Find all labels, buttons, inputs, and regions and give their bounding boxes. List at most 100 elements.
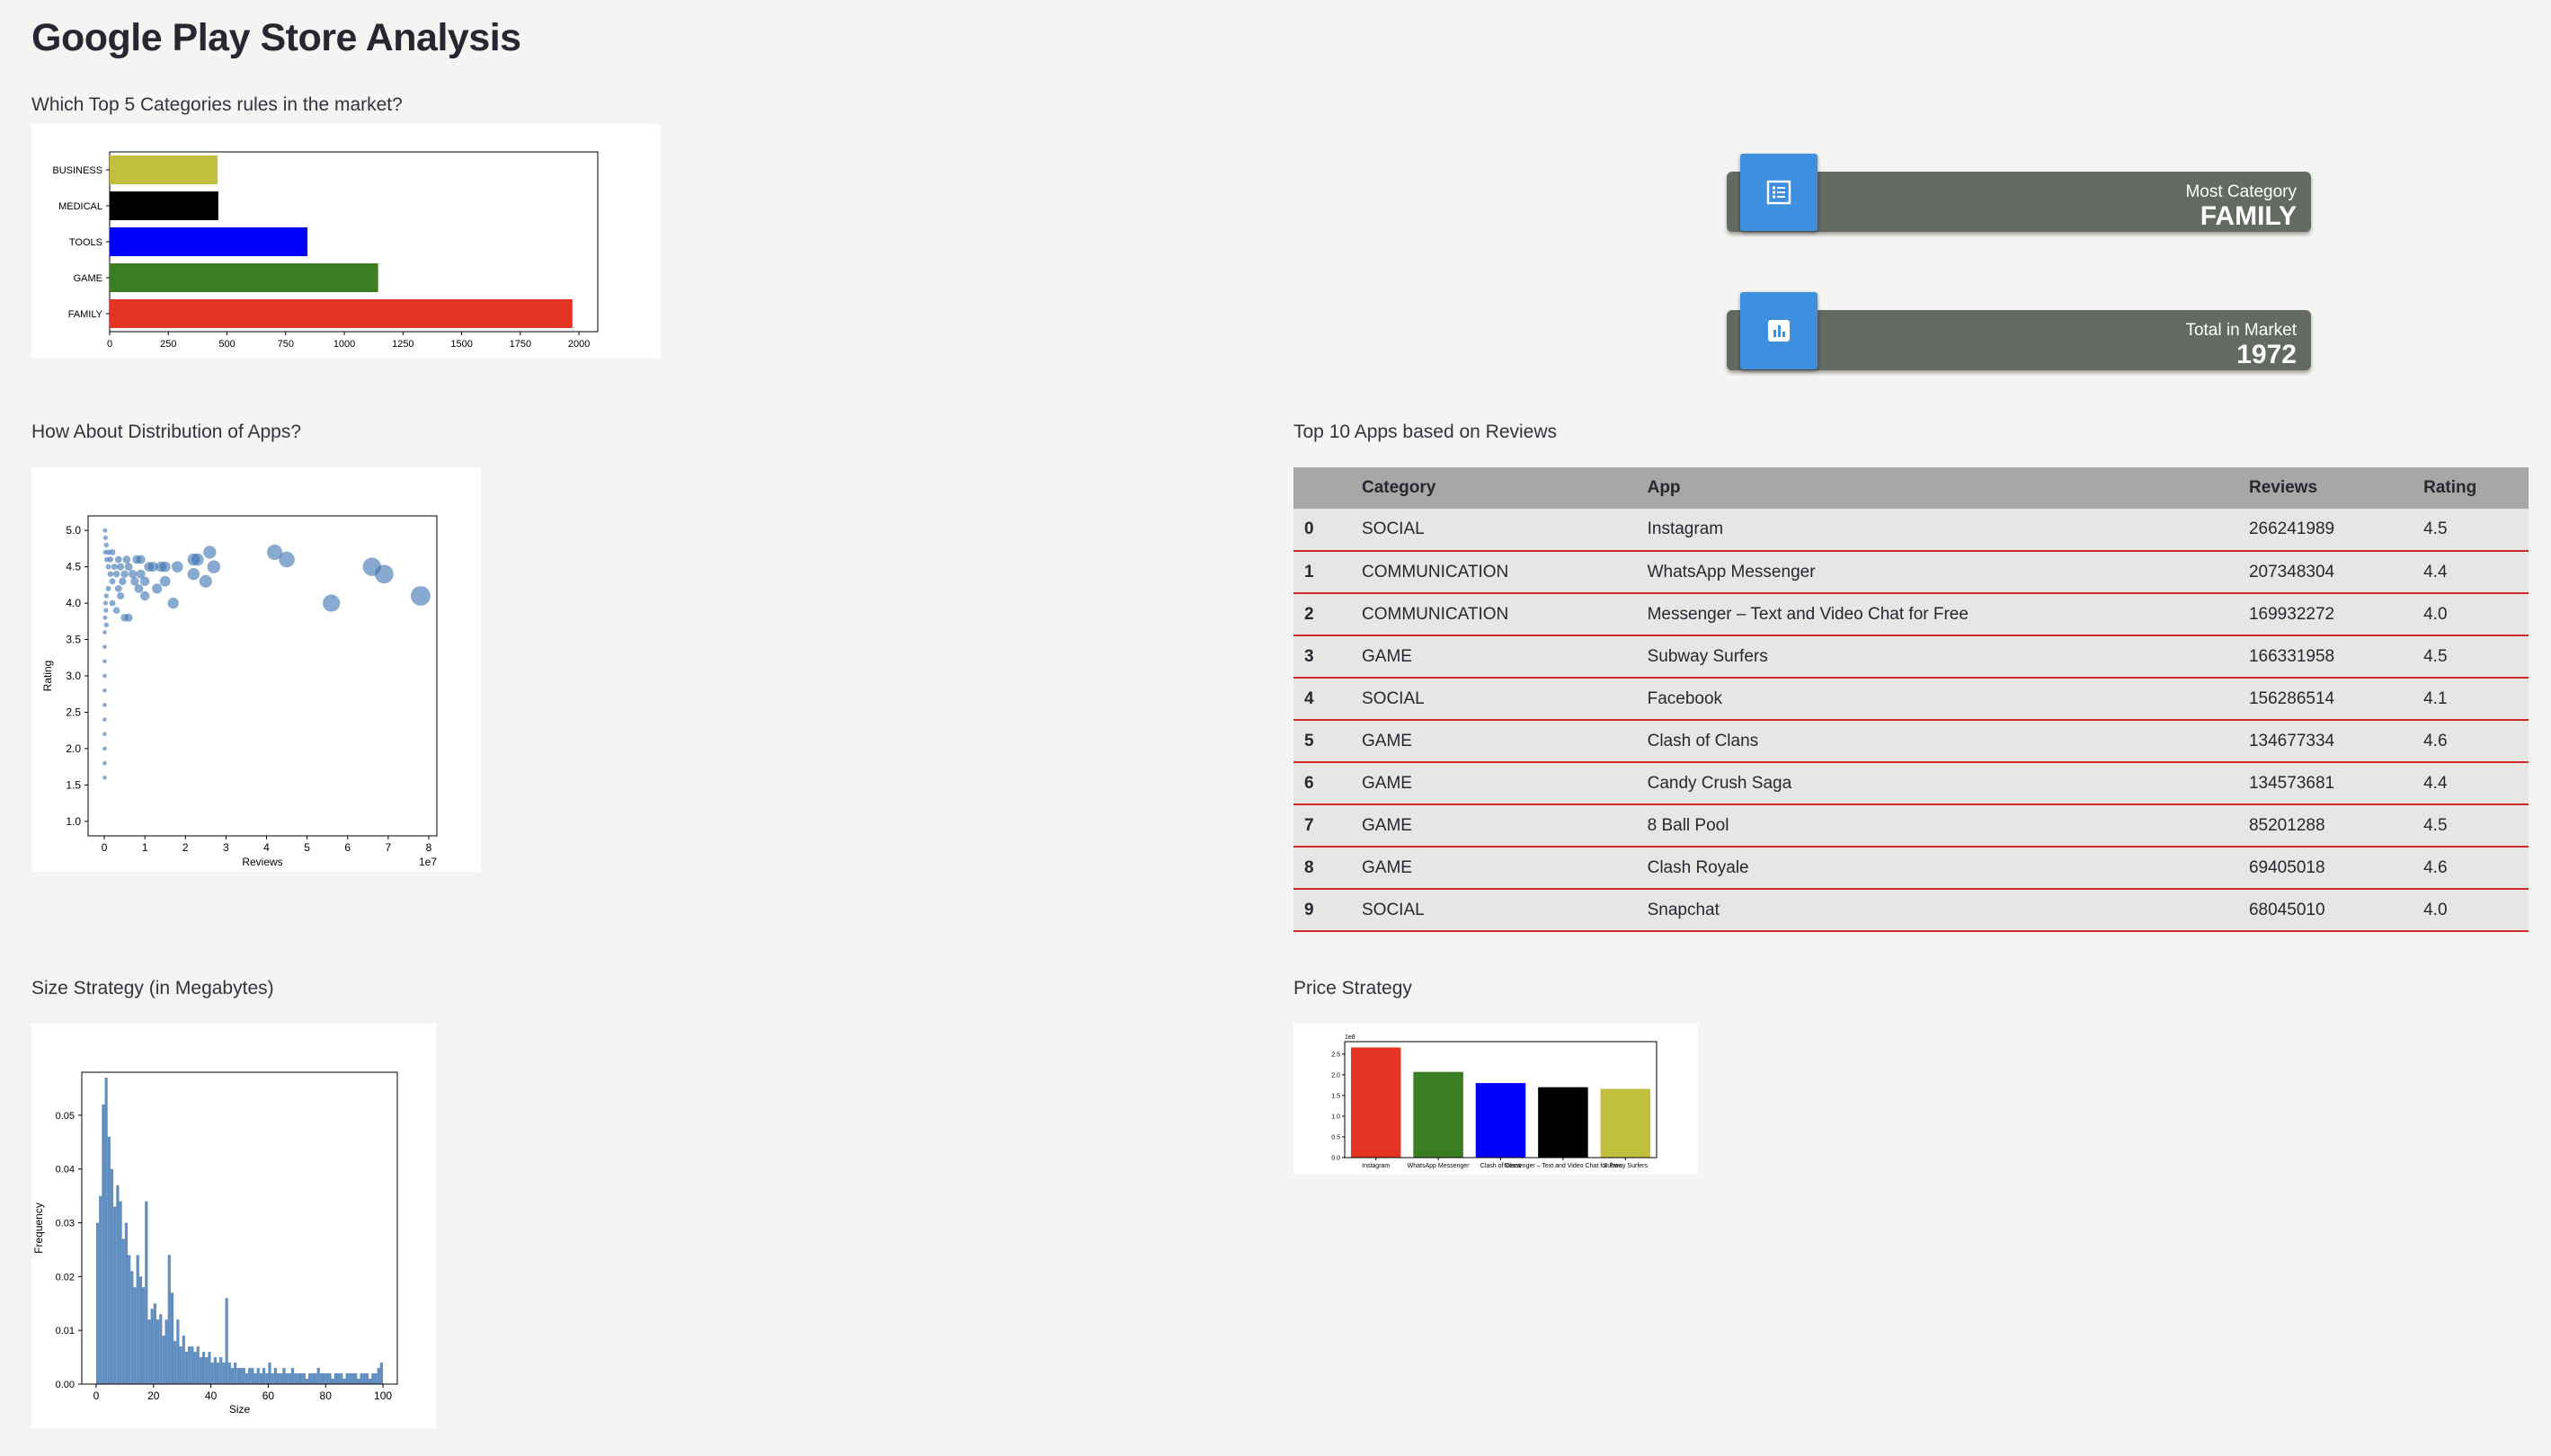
y-tick-label: 0.02: [56, 1272, 75, 1283]
histogram-bar: [323, 1373, 326, 1384]
histogram-bar: [196, 1346, 200, 1384]
y-axis-label: Frequency: [32, 1203, 45, 1254]
x-tick-label: 1500: [450, 339, 472, 350]
histogram-bar: [176, 1319, 180, 1384]
x-tick-label: 1000: [333, 339, 355, 350]
table-cell: GAME: [1362, 646, 1412, 666]
column-header[interactable]: [1293, 467, 1351, 509]
table-cell: GAME: [1362, 731, 1412, 750]
histogram-bar: [374, 1373, 378, 1384]
table-cell: Clash Royale: [1647, 857, 1749, 877]
scatter-point: [102, 615, 108, 620]
table-cell: WhatsApp Messenger: [1647, 562, 1816, 582]
histogram-bar: [276, 1373, 280, 1384]
histogram-bar: [308, 1373, 312, 1384]
column-header[interactable]: Category: [1351, 467, 1637, 509]
table-cell: 4: [1304, 688, 1314, 708]
histogram-bar: [167, 1255, 171, 1384]
y-axis-label: Rating: [41, 661, 54, 692]
histogram-bar: [345, 1373, 349, 1384]
scatter-point: [136, 555, 146, 564]
page-title: Google Play Store Analysis: [31, 16, 521, 59]
scatter-point: [102, 703, 107, 707]
x-tick-label: 1: [142, 841, 148, 854]
table-cell: Messenger – Text and Video Chat for Free: [1647, 604, 1969, 624]
scatter-point: [102, 688, 107, 693]
distribution-chart: 0 1 2 3 4 5 6 7 8 1.0 1.5 2.0 2.5 3.0 3.5 4.0 4.5 5.0 Revi…: [31, 467, 481, 872]
scatter-point: [102, 775, 107, 780]
scatter-point: [102, 673, 107, 679]
table-header-row: Category App Reviews Rating: [1293, 467, 2529, 509]
histogram-bar: [325, 1373, 329, 1384]
histogram-bar: [182, 1336, 185, 1384]
y-tick-label: 1.0: [1331, 1114, 1340, 1120]
x-tick-label: WhatsApp Messenger: [1408, 1163, 1471, 1169]
x-tick-label: 8: [426, 841, 432, 854]
y-tick-label: BUSINESS: [52, 165, 102, 176]
scatter-point: [187, 553, 200, 566]
table-cell: 4.5: [2423, 815, 2448, 835]
table-cell: 156286514: [2248, 688, 2335, 708]
table-cell: 85201288: [2248, 815, 2325, 835]
table-row: 6 GAME Candy Crush Saga 134573681 4.4: [1293, 762, 2529, 804]
histogram-bar: [164, 1319, 168, 1384]
y-tick-label: 5.0: [66, 524, 81, 537]
histogram-bar: [213, 1357, 217, 1384]
scatter-point: [102, 732, 107, 737]
metric-value: FAMILY: [2200, 201, 2297, 231]
scatter-point: [102, 659, 107, 664]
x-tick-label: 6: [344, 841, 351, 854]
metric-value: 1972: [2236, 340, 2297, 369]
x-tick-label: 0: [102, 841, 108, 854]
scatter-point: [102, 717, 107, 722]
histogram-bar: [230, 1368, 235, 1384]
histogram-bar: [256, 1368, 260, 1384]
histogram-bar: [156, 1319, 160, 1384]
scatter-point: [102, 630, 107, 635]
table-cell: 4.0: [2423, 604, 2448, 624]
scatter-point: [128, 570, 138, 579]
table-row: 8 GAME Clash Royale 69405018 4.6: [1293, 847, 2529, 889]
y-tick-label: 1.5: [66, 778, 81, 791]
histogram-bar: [354, 1373, 358, 1384]
table-cell: 1: [1304, 562, 1314, 582]
y-tick-label: 1.5: [1331, 1093, 1340, 1099]
table-cell: 0: [1304, 519, 1314, 538]
scatter-point: [120, 614, 129, 622]
histogram-bar: [290, 1368, 295, 1384]
top-reviews-title: Top 10 Apps based on Reviews: [1293, 422, 1558, 442]
scatter-point: [152, 583, 163, 594]
histogram-bar: [379, 1363, 384, 1384]
bar: [110, 155, 218, 184]
size-strategy-title: Size Strategy (in Megabytes): [31, 978, 274, 999]
column-header[interactable]: Rating: [2413, 467, 2529, 509]
table-cell: GAME: [1362, 857, 1412, 877]
y-tick-label: 4.5: [66, 561, 81, 573]
table-cell: 266241989: [2248, 519, 2335, 538]
scatter-point: [109, 599, 116, 607]
histogram-bar: [227, 1363, 231, 1384]
histogram-bar: [170, 1292, 174, 1384]
scatter-point: [119, 577, 127, 585]
table-cell: GAME: [1362, 773, 1412, 793]
scatter-point: [199, 574, 212, 588]
x-tick-label: 7: [386, 841, 392, 854]
scatter-point: [120, 570, 129, 578]
column-header[interactable]: App: [1637, 467, 2238, 509]
histogram-bar: [136, 1255, 139, 1384]
table-row: 9 SOCIAL Snapchat 68045010 4.0: [1293, 889, 2529, 931]
scatter-point: [171, 561, 183, 573]
histogram-bar: [216, 1363, 220, 1384]
y-tick-label: 0.0: [1331, 1156, 1340, 1162]
bar: [1413, 1071, 1463, 1158]
x-tick-label: Subway Surfers: [1604, 1163, 1649, 1169]
y-tick-label: 0.5: [1331, 1134, 1340, 1141]
column-header[interactable]: Reviews: [2238, 467, 2413, 509]
histogram-bar: [302, 1373, 306, 1384]
bar: [1600, 1088, 1651, 1158]
table-cell: SOCIAL: [1362, 900, 1425, 919]
histogram-bar: [280, 1373, 283, 1384]
histogram-bar: [297, 1373, 300, 1384]
scatter-point: [167, 597, 179, 609]
y-tick-label: 0.00: [56, 1380, 75, 1390]
